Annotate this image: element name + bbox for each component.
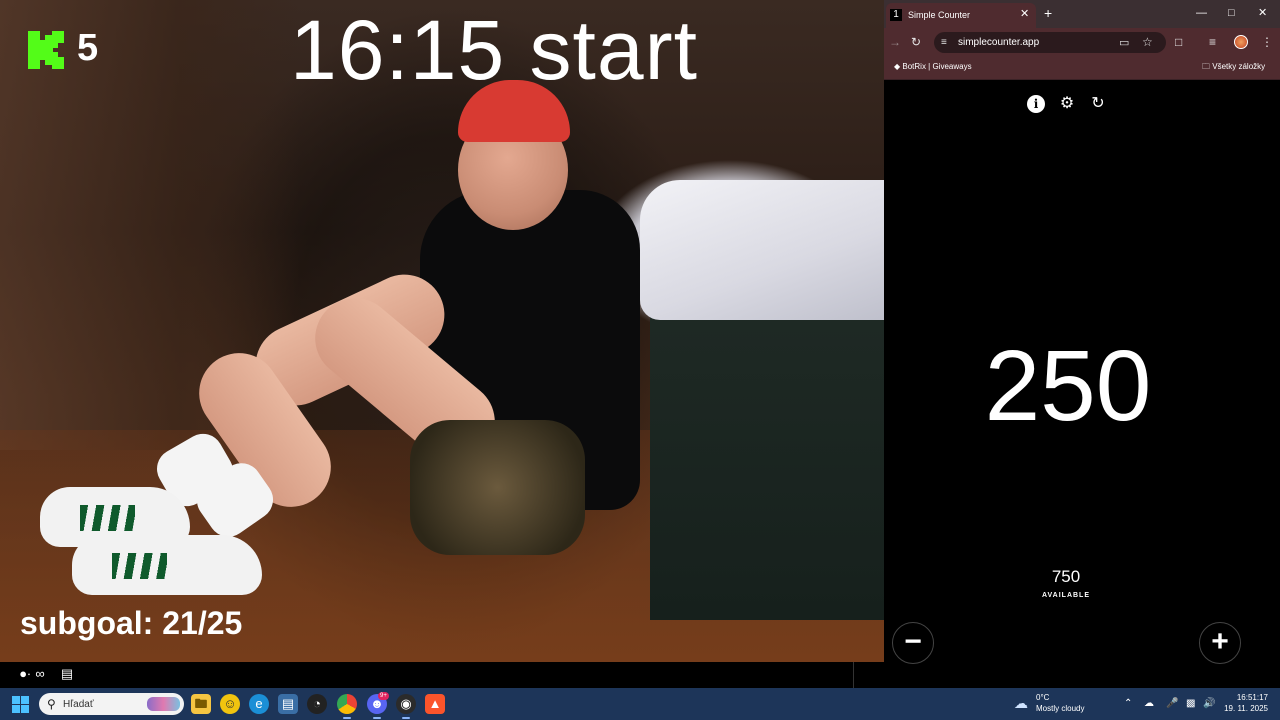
close-tab-icon[interactable]: ✕ — [1020, 8, 1029, 21]
bookmarks-bar: ◆ BotRix | Giveaways 🗀 Všetky záložky — [884, 56, 1280, 80]
menu-icon[interactable]: ⋮ — [1261, 34, 1273, 50]
tab-title: Simple Counter — [908, 10, 971, 20]
tab-simple-counter[interactable]: 1 Simple Counter ✕ — [886, 3, 1036, 28]
obs-icon[interactable]: ◉ — [396, 694, 416, 719]
bed-sheet — [640, 180, 884, 320]
edge-icon[interactable]: e — [249, 694, 269, 714]
file-explorer-icon[interactable]: 🖿 — [191, 694, 211, 714]
chrome-icon[interactable] — [337, 694, 357, 719]
search-placeholder: Hľadať — [63, 699, 94, 710]
tray-chevron-icon[interactable]: ⌃ — [1124, 697, 1132, 711]
browser-window: 1 Simple Counter ✕ + — □ ✕ → ↻ ≡ simplec… — [884, 0, 1280, 664]
minimize-icon[interactable]: — — [1196, 5, 1207, 21]
bed-frame — [650, 290, 884, 620]
search-icon: ⚲ — [47, 697, 56, 711]
site-info-icon[interactable]: ≡ — [941, 35, 947, 51]
forward-icon[interactable]: → — [889, 34, 901, 50]
cloud-sync-icon[interactable]: ☁ — [1144, 697, 1154, 711]
store-app-icon[interactable]: ▤ — [278, 694, 298, 714]
weather-cloud-icon[interactable]: ☁ — [1014, 695, 1032, 711]
shoe-right — [72, 535, 262, 595]
media-control-icon[interactable]: ≡ — [1209, 34, 1216, 50]
available-label: AVAILABLE — [1041, 592, 1091, 599]
weather-temperature: 0°C — [1036, 693, 1050, 702]
infinity-icon[interactable]: ∞ — [31, 666, 49, 682]
close-window-icon[interactable]: ✕ — [1258, 5, 1267, 21]
refresh-icon[interactable]: ↻ — [1089, 95, 1107, 113]
bookmark-botrix[interactable]: ◆ BotRix | Giveaways — [894, 61, 972, 73]
store-icon[interactable]: ▤ — [58, 666, 76, 682]
all-bookmarks-folder[interactable]: 🗀 Všetky záložky — [1202, 61, 1265, 73]
stream-video: 5 16:15 start subgoal: 21/25 — [0, 0, 884, 662]
discord-badge: 9+ — [378, 692, 389, 700]
emoji-app-icon[interactable]: ☺ — [220, 694, 240, 714]
taskbar-search[interactable]: ⚲ Hľadať — [39, 693, 184, 715]
new-tab-icon[interactable]: + — [1044, 5, 1052, 21]
extensions-icon[interactable]: □ — [1175, 34, 1182, 50]
microphone-icon[interactable]: 🎤 — [1166, 697, 1178, 711]
tab-strip: 1 Simple Counter ✕ + — □ ✕ — [884, 0, 1280, 28]
speedometer-icon[interactable]: ◔ — [307, 694, 327, 714]
bookmark-star-icon[interactable]: ☆ — [1142, 34, 1153, 50]
volume-icon[interactable]: 🔊 — [1203, 697, 1215, 711]
weather-description: Mostly cloudy — [1036, 704, 1085, 713]
start-time-overlay: 16:15 start — [290, 3, 698, 97]
reload-icon[interactable]: ↻ — [911, 34, 921, 50]
stream-control-bar: ●∙ ∞ ▤ — [0, 662, 884, 688]
maximize-icon[interactable]: □ — [1228, 5, 1235, 21]
available-value: 750 — [1051, 567, 1081, 586]
increment-button[interactable]: + — [1199, 622, 1241, 664]
settings-icon[interactable]: ⚙ — [1058, 95, 1076, 113]
subgoal-overlay: subgoal: 21/25 — [20, 605, 243, 641]
decrement-button[interactable]: − — [892, 622, 934, 664]
all-bookmarks-label: Všetky záložky — [1212, 62, 1266, 71]
search-highlight-image — [147, 697, 180, 711]
bookmark-botrix-label: BotRix | Giveaways — [902, 62, 972, 71]
tab-favicon: 1 — [890, 9, 902, 21]
viewer-count: 5 — [77, 27, 99, 69]
profile-avatar[interactable] — [1234, 35, 1248, 49]
kick-logo-icon — [28, 31, 64, 69]
clock-time[interactable]: 16:51:17 — [1230, 693, 1268, 703]
network-icon[interactable]: ▩ — [1186, 697, 1195, 711]
counter-app: i ⚙ ↻ 250 750 AVAILABLE − + — [884, 81, 1280, 664]
windows-start-icon[interactable] — [12, 696, 29, 713]
person-shorts — [410, 420, 585, 555]
screen: 5 16:15 start subgoal: 21/25 ●∙ ∞ ▤ 1 Si… — [0, 0, 1280, 720]
info-icon[interactable]: i — [1027, 95, 1045, 113]
clock-date[interactable]: 19. 11. 2025 — [1222, 704, 1268, 714]
browser-toolbar: → ↻ ≡ simplecounter.app ▭ ☆ □ ≡ ⋮ — [884, 28, 1280, 56]
side-panel-bar — [853, 662, 1280, 688]
taskbar: ⚲ Hľadať 🖿 ☺ e ▤ ◔ ☻ 9+ ◉ ▲ ☁ 0°C Mostly… — [0, 688, 1280, 720]
brave-icon[interactable]: ▲ — [425, 694, 445, 714]
url-text: simplecounter.app — [958, 37, 1040, 48]
address-bar[interactable]: ≡ simplecounter.app ▭ ☆ — [934, 32, 1166, 53]
counter-value: 250 — [984, 330, 1152, 442]
cast-icon[interactable]: ▭ — [1119, 35, 1129, 51]
